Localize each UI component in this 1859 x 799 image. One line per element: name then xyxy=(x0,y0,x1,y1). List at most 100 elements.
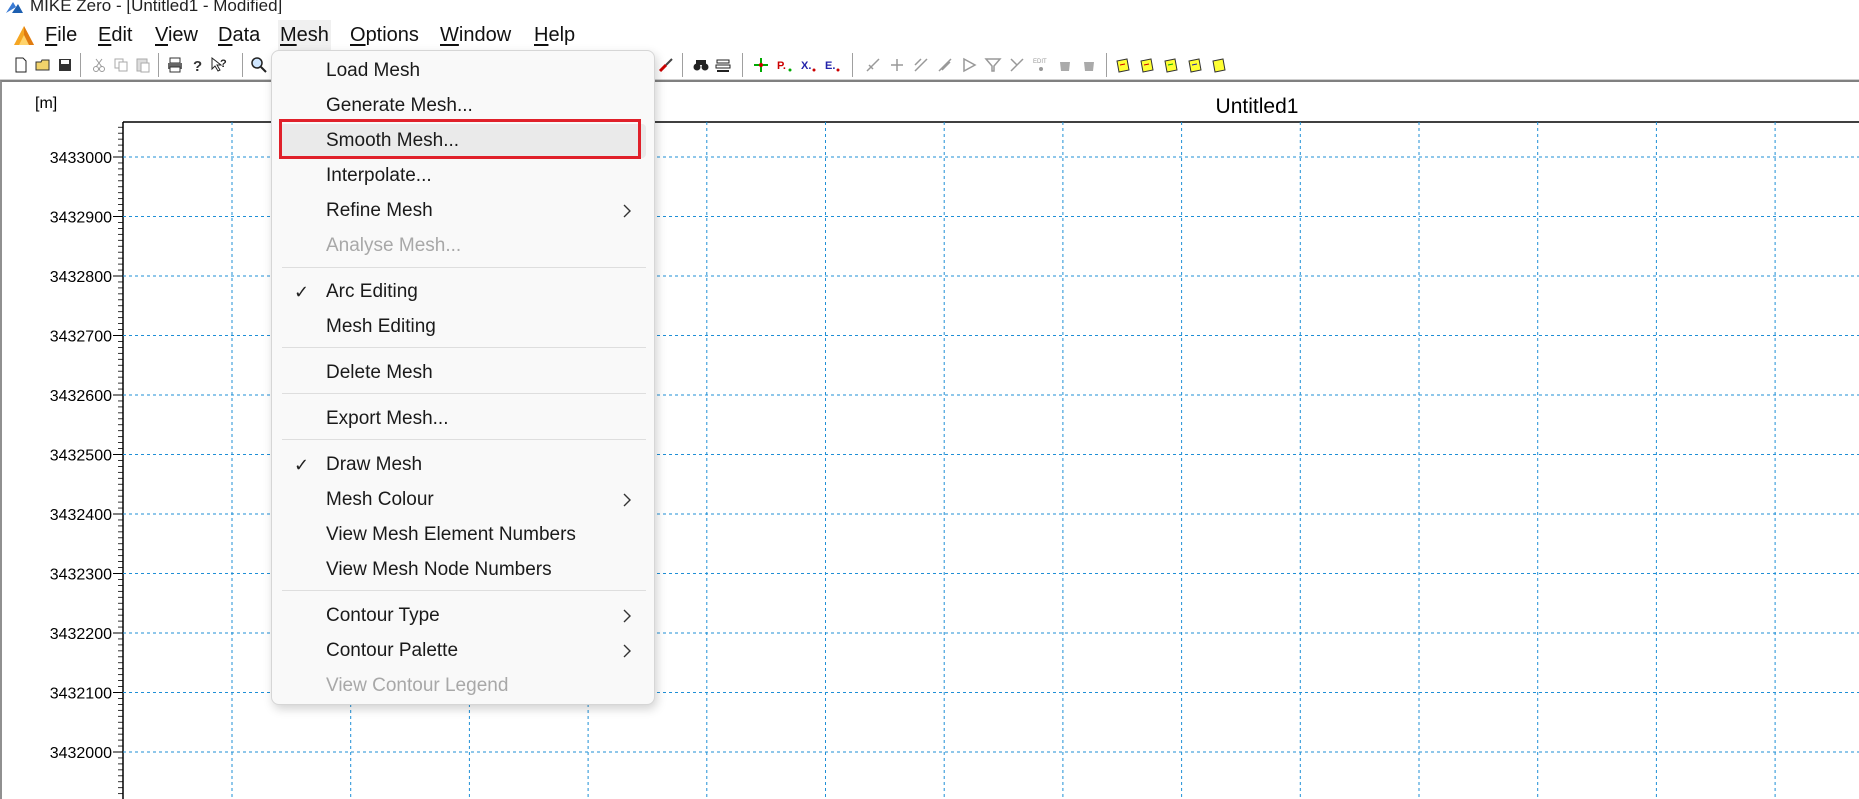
menu-item-label: Delete Mesh xyxy=(326,362,433,383)
chevron-right-icon xyxy=(623,204,631,218)
layer-yellow-2-icon[interactable] xyxy=(1138,56,1156,74)
menu-data[interactable]: Data xyxy=(216,20,262,50)
new-file-icon[interactable] xyxy=(12,56,30,74)
triangle-tool-icon[interactable] xyxy=(960,56,978,74)
menu-item-label: Refine Mesh xyxy=(326,200,433,221)
menu-item-delete-mesh[interactable]: Delete Mesh xyxy=(280,356,646,390)
menu-item-mesh-colour[interactable]: Mesh Colour xyxy=(280,483,646,517)
menu-item-export-mesh[interactable]: Export Mesh... xyxy=(280,402,646,436)
layer-yellow-3-icon[interactable] xyxy=(1162,56,1180,74)
mike-zero-app-icon xyxy=(6,2,23,13)
chevron-right-icon xyxy=(623,609,631,623)
brush-icon[interactable] xyxy=(657,56,675,74)
menu-item-refine-mesh[interactable]: Refine Mesh xyxy=(280,194,646,228)
menu-item-label: Contour Type xyxy=(326,605,440,626)
menu-item-label: Interpolate... xyxy=(326,165,432,186)
menu-options[interactable]: Options xyxy=(348,20,421,50)
zoom-icon[interactable] xyxy=(250,56,268,74)
edit-elements-icon[interactable]: E. xyxy=(824,56,842,74)
checkmark-icon: ✓ xyxy=(294,455,310,475)
menu-accelerator-key: O xyxy=(350,24,366,46)
menu-window[interactable]: Window xyxy=(438,20,513,50)
delete-points-icon[interactable]: X. xyxy=(800,56,818,74)
y-tick-label: 3432000 xyxy=(50,745,112,762)
menu-item-label: Draw Mesh xyxy=(326,454,423,475)
menu-item-generate-mesh[interactable]: Generate Mesh... xyxy=(280,89,646,123)
menu-view[interactable]: View xyxy=(153,20,200,50)
document-window-icon[interactable] xyxy=(10,23,38,47)
chevron-right-icon xyxy=(623,493,631,507)
menu-item-draw-mesh[interactable]: ✓ Draw Mesh xyxy=(280,448,646,482)
y-tick-label: 3432100 xyxy=(50,686,112,703)
window-title: MIKE Zero - [Untitled1 - Modified] xyxy=(30,0,283,14)
help-icon[interactable]: ? xyxy=(188,56,206,74)
mesh-tool-icon[interactable] xyxy=(1008,56,1026,74)
menu-item-label: Mesh Colour xyxy=(326,489,434,510)
arc-tool-1-icon[interactable] xyxy=(864,56,882,74)
edit-points-icon[interactable]: P. xyxy=(776,56,794,74)
menu-accelerator-key: H xyxy=(534,24,549,46)
menu-item-label: Mesh Editing xyxy=(326,316,436,337)
menu-accelerator-key: D xyxy=(218,24,233,46)
menu-accelerator-key: E xyxy=(98,24,112,46)
y-tick-label: 3432600 xyxy=(50,388,112,405)
paste-icon[interactable] xyxy=(134,56,152,74)
svg-text:?: ? xyxy=(220,58,227,70)
menu-separator xyxy=(282,393,646,394)
menu-label-rest: dit xyxy=(111,24,133,46)
funnel-tool-icon[interactable] xyxy=(984,56,1002,74)
menu-item-arc-editing[interactable]: ✓ Arc Editing xyxy=(280,275,646,309)
menu-item-label: Load Mesh xyxy=(326,60,421,81)
print-icon[interactable] xyxy=(166,56,184,74)
menu-help[interactable]: Help xyxy=(532,20,577,50)
y-tick-label: 3432300 xyxy=(50,567,112,584)
y-tick-label: 3432800 xyxy=(50,269,112,286)
menu-item-view-mesh-node-numbers[interactable]: View Mesh Node Numbers xyxy=(280,553,646,587)
hand-tool-2-icon[interactable] xyxy=(1080,56,1098,74)
menu-label-rest: ata xyxy=(232,24,261,46)
svg-text:E.: E. xyxy=(825,60,835,72)
hand-tool-1-icon[interactable] xyxy=(1056,56,1074,74)
checkmark-icon: ✓ xyxy=(294,282,310,302)
menu-item-contour-palette[interactable]: Contour Palette xyxy=(280,634,646,668)
plot-title: Untitled1 xyxy=(1216,95,1299,118)
layer-yellow-1-icon[interactable] xyxy=(1114,56,1132,74)
menu-item-label: Analyse Mesh... xyxy=(326,235,462,256)
menu-item-interpolate[interactable]: Interpolate... xyxy=(280,159,646,193)
layer-yellow-5-icon[interactable] xyxy=(1210,56,1228,74)
menu-item-label: View Mesh Element Numbers xyxy=(326,524,576,545)
arc-tool-4-icon[interactable] xyxy=(936,56,954,74)
layer-yellow-4-icon[interactable] xyxy=(1186,56,1204,74)
smooth-mesh-highlight-box xyxy=(279,119,641,159)
menu-accelerator-key: M xyxy=(280,24,297,46)
svg-text:X.: X. xyxy=(801,60,811,72)
open-folder-icon[interactable] xyxy=(34,56,52,74)
menu-item-label: Contour Palette xyxy=(326,640,459,661)
menu-item-label: View Mesh Node Numbers xyxy=(326,559,552,580)
menu-label-rest: ile xyxy=(57,24,78,46)
menu-accelerator-key: V xyxy=(155,24,168,46)
menu-separator xyxy=(282,439,646,440)
menu-item-contour-type[interactable]: Contour Type xyxy=(280,599,646,633)
add-point-icon[interactable] xyxy=(752,56,770,74)
menu-item-load-mesh[interactable]: Load Mesh xyxy=(280,54,646,88)
cut-icon[interactable] xyxy=(90,56,108,74)
menu-label-rest: iew xyxy=(167,24,198,46)
menu-label-rest: esh xyxy=(296,24,329,46)
y-tick-label: 3432400 xyxy=(50,507,112,524)
menu-separator xyxy=(282,267,646,268)
menu-mesh[interactable]: Mesh xyxy=(278,20,331,50)
arc-tool-2-icon[interactable] xyxy=(888,56,906,74)
menu-file[interactable]: File xyxy=(43,20,79,50)
arc-tool-3-icon[interactable] xyxy=(912,56,930,74)
menu-item-mesh-editing[interactable]: Mesh Editing xyxy=(280,310,646,344)
copy-icon[interactable] xyxy=(112,56,130,74)
binoculars-icon[interactable] xyxy=(692,56,710,74)
menu-item-view-contour-legend: View Contour Legend xyxy=(280,669,646,703)
menu-edit[interactable]: Edit xyxy=(96,20,134,50)
context-help-icon[interactable]: ? xyxy=(210,56,228,74)
layers-icon[interactable] xyxy=(714,56,732,74)
menu-item-view-mesh-element-numbers[interactable]: View Mesh Element Numbers xyxy=(280,518,646,552)
save-icon[interactable] xyxy=(56,56,74,74)
edit-tool-icon[interactable]: EDIT xyxy=(1032,56,1050,74)
